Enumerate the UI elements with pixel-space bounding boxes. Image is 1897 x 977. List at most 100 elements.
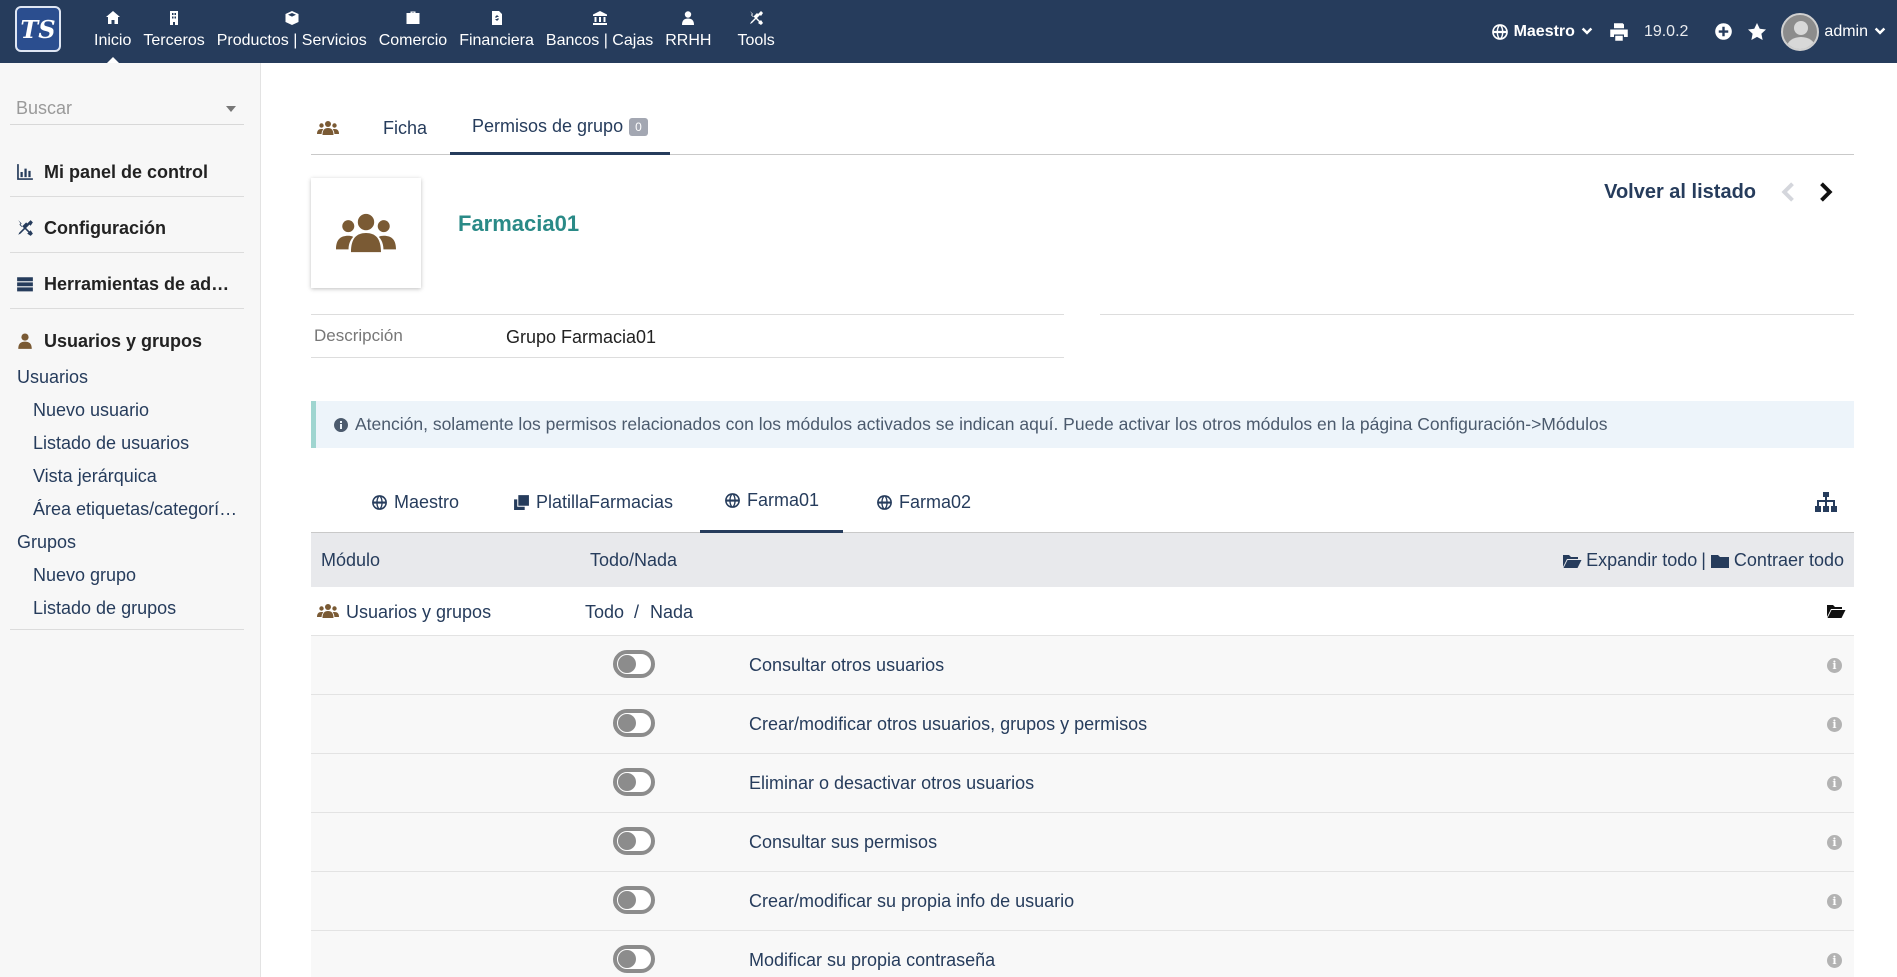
info-icon[interactable]: i bbox=[1827, 658, 1842, 673]
tools-icon bbox=[750, 11, 764, 25]
menu-item-label: Comercio bbox=[378, 32, 448, 49]
menu-item-bancos[interactable]: Bancos | Cajas bbox=[540, 0, 659, 63]
sidebar-item-user-list[interactable]: Listado de usuarios bbox=[10, 427, 244, 460]
menu-item-financiera[interactable]: Financiera bbox=[453, 0, 540, 63]
sidebar-section-dashboard: Mi panel de control bbox=[10, 148, 244, 197]
permission-toggle[interactable] bbox=[613, 886, 655, 914]
menu-item-label: Tools bbox=[737, 32, 775, 49]
main-content: Ficha Permisos de grupo 0 Farmacia01 Vol… bbox=[311, 63, 1854, 977]
column-header-module: Módulo bbox=[321, 550, 381, 570]
tab-label: Farma02 bbox=[899, 491, 972, 512]
top-right-tools: Maestro 19.0.2 admin bbox=[1491, 0, 1887, 63]
info-icon[interactable]: i bbox=[1827, 776, 1842, 791]
info-icon[interactable]: i bbox=[1827, 835, 1842, 850]
sitemap-icon[interactable] bbox=[1814, 491, 1838, 513]
tab-entity-farma01[interactable]: Farma01 bbox=[700, 471, 844, 533]
print-button[interactable] bbox=[1608, 22, 1630, 42]
version-label: 19.0.2 bbox=[1643, 22, 1689, 40]
permission-toggle[interactable] bbox=[613, 945, 655, 973]
top-navbar: TS Inicio Terceros Productos | Servicios… bbox=[0, 0, 1897, 63]
tab-entity-platillafarmacias[interactable]: PlatillaFarmacias bbox=[513, 471, 673, 533]
chevron-right-icon[interactable] bbox=[1816, 181, 1838, 203]
folder-icon bbox=[1710, 554, 1729, 568]
page-title: Farmacia01 bbox=[458, 211, 580, 236]
menu-item-inicio[interactable]: Inicio bbox=[88, 0, 137, 63]
menu-item-label: Terceros bbox=[143, 32, 205, 49]
count-badge: 0 bbox=[629, 117, 648, 136]
tab-label: Permisos de grupo bbox=[472, 116, 624, 136]
module-row: Usuarios y grupos Todo / Nada bbox=[311, 587, 1854, 636]
tab-label: Farma01 bbox=[747, 490, 820, 510]
menu-item-comercio[interactable]: Comercio bbox=[373, 0, 453, 63]
sidebar-item-dashboard[interactable]: Mi panel de control bbox=[10, 152, 244, 192]
permission-label: Consultar sus permisos bbox=[749, 832, 938, 852]
menu-item-label: Financiera bbox=[459, 32, 534, 49]
search-input[interactable]: Buscar bbox=[10, 93, 244, 125]
sidebar-item-new-user[interactable]: Nuevo usuario bbox=[10, 394, 244, 427]
back-to-list-link[interactable]: Volver al listado bbox=[1604, 181, 1756, 204]
expand-all-link[interactable]: Expandir todo bbox=[1586, 550, 1697, 571]
permission-toggle[interactable] bbox=[613, 768, 655, 796]
sidebar-item-groups[interactable]: Grupos bbox=[10, 526, 244, 559]
sidebar-item-users[interactable]: Usuarios bbox=[10, 361, 244, 394]
globe-icon bbox=[1491, 23, 1508, 40]
menu-item-rrhh[interactable]: RRHH bbox=[659, 0, 717, 63]
user-menu[interactable]: admin bbox=[1781, 12, 1887, 51]
print-icon bbox=[1610, 22, 1628, 41]
entity-tabs: Maestro PlatillaFarmacias Farma01 Farma0… bbox=[311, 471, 1854, 533]
collapse-all-link[interactable]: Contraer todo bbox=[1734, 550, 1844, 571]
expand-collapse-controls: Expandir todo | Contraer todo bbox=[1562, 550, 1844, 571]
invoice-icon bbox=[491, 11, 502, 25]
divider bbox=[1100, 314, 1854, 315]
entity-selector[interactable]: Maestro bbox=[1491, 23, 1594, 41]
permission-label: Crear/modificar otros usuarios, grupos y… bbox=[749, 714, 1148, 734]
sidebar-item-label: Usuarios y grupos bbox=[44, 330, 203, 351]
copy-icon bbox=[514, 494, 529, 510]
chevron-left-icon[interactable] bbox=[1776, 181, 1798, 203]
folder-open-icon[interactable] bbox=[1826, 603, 1846, 619]
sidebar-section-users-groups: Usuarios y grupos Usuarios Nuevo usuario… bbox=[10, 317, 244, 630]
menu-item-label: Bancos | Cajas bbox=[545, 32, 654, 49]
separator: / bbox=[634, 602, 640, 622]
building-icon bbox=[170, 11, 179, 25]
quick-add-button[interactable] bbox=[1714, 22, 1733, 41]
menu-item-terceros[interactable]: Terceros bbox=[137, 0, 210, 63]
description-label: Descripción bbox=[314, 326, 403, 345]
select-none-link[interactable]: Nada bbox=[650, 602, 693, 623]
app-logo[interactable]: TS bbox=[15, 6, 61, 52]
tools-icon bbox=[18, 220, 33, 236]
sidebar-item-hierarchy[interactable]: Vista jerárquica bbox=[10, 460, 244, 493]
select-all-link[interactable]: Todo bbox=[585, 602, 624, 623]
users-icon bbox=[336, 213, 396, 253]
tab-group-permissions[interactable]: Permisos de grupo 0 bbox=[450, 101, 670, 155]
menu-item-tools[interactable]: Tools bbox=[731, 0, 780, 63]
tab-group-icon[interactable] bbox=[317, 101, 339, 155]
chevron-down-icon bbox=[1874, 27, 1886, 35]
sidebar-item-group-list[interactable]: Listado de grupos bbox=[10, 592, 244, 625]
sidebar-item-tags[interactable]: Área etiquetas/categorí… bbox=[10, 493, 244, 526]
tab-card[interactable]: Ficha bbox=[383, 101, 427, 155]
chart-icon bbox=[17, 164, 33, 180]
menu-item-productos[interactable]: Productos | Servicios bbox=[211, 0, 373, 63]
info-icon[interactable]: i bbox=[1827, 953, 1842, 968]
info-icon[interactable]: i bbox=[1827, 717, 1842, 732]
globe-icon bbox=[725, 493, 740, 508]
info-icon bbox=[334, 417, 349, 432]
description-value: Grupo Farmacia01 bbox=[506, 327, 657, 347]
sidebar-item-admin-tools[interactable]: Herramientas de ad… bbox=[10, 264, 244, 304]
permission-toggle[interactable] bbox=[613, 709, 655, 737]
tab-entity-farma02[interactable]: Farma02 bbox=[876, 471, 971, 533]
permission-label: Crear/modificar su propia info de usuari… bbox=[749, 891, 1075, 911]
sidebar-item-new-group[interactable]: Nuevo grupo bbox=[10, 559, 244, 592]
permission-row: Eliminar o desactivar otros usuarios i bbox=[311, 754, 1854, 813]
permission-toggle[interactable] bbox=[613, 827, 655, 855]
sidebar-item-label: Herramientas de ad… bbox=[44, 273, 230, 294]
tab-entity-maestro[interactable]: Maestro bbox=[371, 471, 459, 533]
permission-toggle[interactable] bbox=[613, 650, 655, 678]
sidebar-item-setup[interactable]: Configuración bbox=[10, 208, 244, 248]
bookmarks-button[interactable] bbox=[1747, 22, 1767, 42]
server-icon bbox=[17, 277, 33, 292]
info-icon[interactable]: i bbox=[1827, 894, 1842, 909]
sidebar-item-users-groups[interactable]: Usuarios y grupos bbox=[10, 321, 244, 361]
tab-label: Maestro bbox=[394, 491, 460, 512]
